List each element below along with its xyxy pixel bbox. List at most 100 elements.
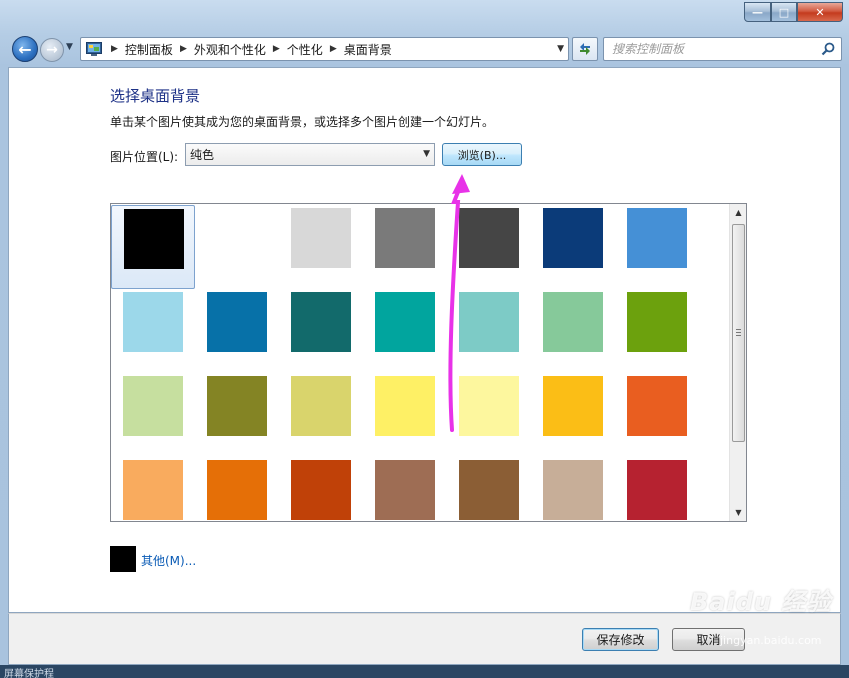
color-swatch	[123, 376, 183, 436]
color-swatch	[375, 460, 435, 520]
breadcrumb-personalization[interactable]: 个性化	[287, 41, 323, 58]
color-swatch-item[interactable]	[447, 457, 531, 521]
color-swatch	[207, 208, 267, 268]
search-input[interactable]	[612, 39, 812, 59]
color-swatch	[627, 460, 687, 520]
address-bar[interactable]: ▶ 控制面板 ▶ 外观和个性化 ▶ 个性化 ▶ 桌面背景 ▼	[80, 37, 569, 61]
color-swatch	[375, 208, 435, 268]
breadcrumb-separator[interactable]: ▶	[273, 44, 280, 54]
color-swatch-item[interactable]	[447, 205, 531, 289]
color-swatch	[207, 376, 267, 436]
breadcrumb-appearance[interactable]: 外观和个性化	[194, 41, 266, 58]
color-swatch-item[interactable]	[531, 205, 615, 289]
scroll-up-icon[interactable]: ▲	[730, 204, 746, 221]
color-swatch-item[interactable]	[531, 457, 615, 521]
control-panel-icon	[84, 41, 104, 57]
forward-button[interactable]: →	[40, 38, 64, 62]
refresh-button[interactable]	[572, 37, 598, 61]
other-color-link[interactable]: 其他(M)...	[141, 552, 196, 569]
maximize-button[interactable]: □	[771, 2, 797, 22]
color-swatch-item[interactable]	[447, 289, 531, 373]
breadcrumb-separator[interactable]: ▶	[111, 44, 118, 54]
color-swatch-item[interactable]	[111, 205, 195, 289]
breadcrumb-desktop-background[interactable]: 桌面背景	[344, 41, 392, 58]
picture-location-label: 图片位置(L):	[110, 150, 179, 164]
search-icon[interactable]	[821, 42, 835, 56]
minimize-button[interactable]: —	[744, 2, 771, 22]
taskbar-strip: 屏幕保护程	[0, 665, 849, 678]
color-swatch-item[interactable]	[195, 205, 279, 289]
color-swatch	[459, 292, 519, 352]
title-bar: — □ ✕	[0, 0, 849, 32]
color-swatch	[627, 292, 687, 352]
color-swatch-item[interactable]	[195, 373, 279, 457]
color-swatch-item[interactable]	[363, 457, 447, 521]
picture-location-select[interactable]: 纯色 ▼	[185, 143, 435, 166]
chevron-down-icon: ▼	[423, 149, 430, 159]
footer-bar: 保存修改 取消	[8, 613, 841, 665]
color-swatch	[543, 292, 603, 352]
color-swatch-item[interactable]	[615, 373, 699, 457]
control-panel-window: — □ ✕ ← → ▼ ▶ 控制面板 ▶ 外观和个性化 ▶ 个性化 ▶ 桌面背景…	[0, 0, 849, 678]
color-swatch-item[interactable]	[195, 289, 279, 373]
breadcrumb-separator[interactable]: ▶	[330, 44, 337, 54]
page-title: 选择桌面背景	[110, 87, 201, 105]
color-swatch-item[interactable]	[363, 373, 447, 457]
main-content: 选择桌面背景 单击某个图片使其成为您的桌面背景，或选择多个图片创建一个幻灯片。 …	[8, 67, 841, 613]
navigation-bar: ← → ▼ ▶ 控制面板 ▶ 外观和个性化 ▶ 个性化 ▶ 桌面背景 ▼ 搜索控…	[0, 32, 849, 66]
color-swatch-item[interactable]	[615, 205, 699, 289]
browse-button[interactable]: 浏览(B)...	[442, 143, 522, 166]
color-swatch-item[interactable]	[111, 457, 195, 521]
color-swatch-item[interactable]	[363, 205, 447, 289]
search-box[interactable]	[603, 37, 842, 61]
vertical-scrollbar[interactable]: ▲ ▼	[729, 204, 746, 521]
color-swatch-item[interactable]	[111, 289, 195, 373]
solid-color-list[interactable]: ▲ ▼	[110, 203, 747, 522]
color-swatch	[459, 208, 519, 268]
other-color-swatch[interactable]	[110, 546, 136, 572]
color-swatch	[543, 208, 603, 268]
color-swatch-item[interactable]	[615, 289, 699, 373]
refresh-icon	[580, 43, 590, 55]
breadcrumb-control-panel[interactable]: 控制面板	[125, 41, 173, 58]
color-swatch-item[interactable]	[615, 457, 699, 521]
color-swatch	[627, 208, 687, 268]
color-swatch-item[interactable]	[279, 289, 363, 373]
breadcrumb-separator[interactable]: ▶	[180, 44, 187, 54]
color-swatch	[124, 209, 184, 269]
color-swatch-item[interactable]	[195, 457, 279, 521]
scroll-down-icon[interactable]: ▼	[730, 504, 746, 521]
breadcrumb: ▶ 控制面板 ▶ 外观和个性化 ▶ 个性化 ▶ 桌面背景	[104, 38, 392, 60]
cancel-button[interactable]: 取消	[672, 628, 745, 651]
scrollbar-thumb[interactable]	[732, 224, 745, 442]
picture-location-value: 纯色	[190, 148, 215, 162]
close-button[interactable]: ✕	[797, 2, 843, 22]
color-swatch-item[interactable]	[363, 289, 447, 373]
color-swatch-item[interactable]	[279, 205, 363, 289]
back-button[interactable]: ←	[12, 36, 38, 62]
color-swatch	[207, 460, 267, 520]
color-swatch	[375, 376, 435, 436]
color-swatch-item[interactable]	[111, 373, 195, 457]
color-swatch	[543, 376, 603, 436]
grip-icon	[736, 329, 741, 336]
recent-pages-dropdown-icon[interactable]: ▼	[66, 42, 73, 52]
save-changes-button[interactable]: 保存修改	[582, 628, 659, 651]
color-swatch-item[interactable]	[447, 373, 531, 457]
color-swatch	[543, 460, 603, 520]
color-swatch-item[interactable]	[279, 457, 363, 521]
address-dropdown-icon[interactable]: ▼	[557, 44, 564, 54]
color-swatch	[459, 460, 519, 520]
color-swatch-item[interactable]	[279, 373, 363, 457]
color-swatch	[123, 460, 183, 520]
color-swatch	[291, 292, 351, 352]
color-swatch	[207, 292, 267, 352]
caption-buttons: — □ ✕	[744, 2, 843, 22]
color-swatch-item[interactable]	[531, 373, 615, 457]
color-swatch-item[interactable]	[531, 289, 615, 373]
color-swatch	[291, 208, 351, 268]
color-swatch	[123, 292, 183, 352]
color-swatch	[627, 376, 687, 436]
color-swatch	[291, 460, 351, 520]
taskbar-text: 屏幕保护程	[4, 669, 54, 678]
